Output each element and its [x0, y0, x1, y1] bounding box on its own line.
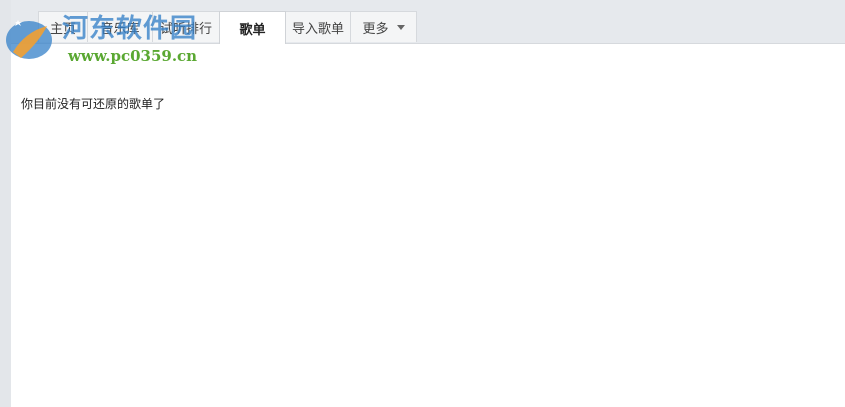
- tab-import-playlist[interactable]: 导入歌单: [285, 11, 351, 42]
- tab-bar: 主页 音乐库 试听排行 歌单 导入歌单 更多: [11, 0, 845, 44]
- tab-playlist-label: 歌单: [239, 22, 266, 38]
- tab-home[interactable]: 主页: [38, 11, 88, 42]
- tab-music-library-label: 音乐库: [100, 21, 140, 37]
- chevron-down-icon: [396, 25, 405, 30]
- empty-state-message: 你目前没有可还原的歌单了: [21, 97, 166, 111]
- tab-music-library[interactable]: 音乐库: [87, 11, 153, 42]
- tab-more-label: 更多: [362, 21, 389, 37]
- tab-more[interactable]: 更多: [350, 11, 417, 42]
- tab-import-playlist-label: 导入歌单: [291, 21, 344, 37]
- playlist-content-panel: 你目前没有可还原的歌单了: [11, 43, 845, 407]
- tab-home-label: 主页: [49, 21, 76, 37]
- tab-listening-chart-label: 试听排行: [159, 21, 212, 37]
- left-edge-strip: [0, 0, 11, 407]
- tab-listening-chart[interactable]: 试听排行: [152, 11, 220, 42]
- tab-playlist[interactable]: 歌单: [219, 11, 286, 44]
- app-window: 主页 音乐库 试听排行 歌单 导入歌单 更多 你目前没有可还原的歌单了 河东软件…: [0, 0, 845, 407]
